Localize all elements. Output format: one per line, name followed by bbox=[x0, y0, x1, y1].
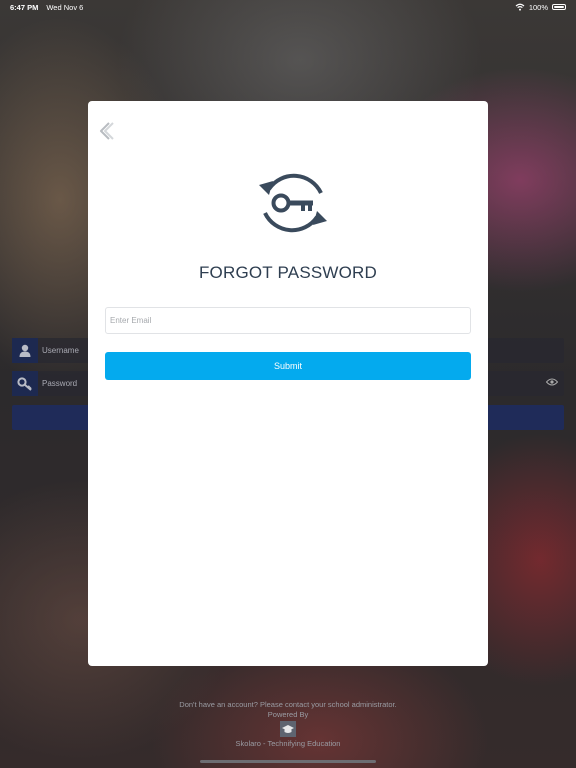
username-placeholder: Username bbox=[42, 346, 79, 355]
password-placeholder: Password bbox=[42, 379, 78, 388]
status-bar: 6:47 PM Wed Nov 6 100% bbox=[0, 0, 576, 14]
contact-admin-text: Don't have an account? Please contact yo… bbox=[179, 700, 397, 709]
home-indicator[interactable] bbox=[200, 760, 376, 763]
back-chevron-icon[interactable] bbox=[96, 121, 116, 141]
forgot-password-modal: FORGOT PASSWORD Submit bbox=[88, 101, 488, 666]
email-input[interactable] bbox=[105, 307, 471, 334]
status-date: Wed Nov 6 bbox=[46, 2, 84, 12]
powered-by-text: Powered By bbox=[267, 710, 309, 719]
modal-title: FORGOT PASSWORD bbox=[198, 263, 378, 282]
battery-icon bbox=[552, 4, 566, 10]
key-refresh-icon bbox=[259, 173, 327, 233]
eye-icon[interactable] bbox=[545, 378, 559, 389]
wifi-icon bbox=[515, 3, 525, 11]
battery-percent: 100% bbox=[528, 2, 548, 12]
status-right: 100% bbox=[515, 3, 566, 12]
status-time: 6:47 PM bbox=[10, 2, 39, 12]
graduation-cap-icon bbox=[280, 721, 296, 737]
user-icon bbox=[12, 338, 38, 363]
key-icon bbox=[12, 371, 38, 396]
submit-button[interactable]: Submit bbox=[105, 352, 471, 380]
tagline-text: Skolaro - Technifying Education bbox=[235, 739, 341, 748]
footer: Don't have an account? Please contact yo… bbox=[0, 700, 576, 749]
